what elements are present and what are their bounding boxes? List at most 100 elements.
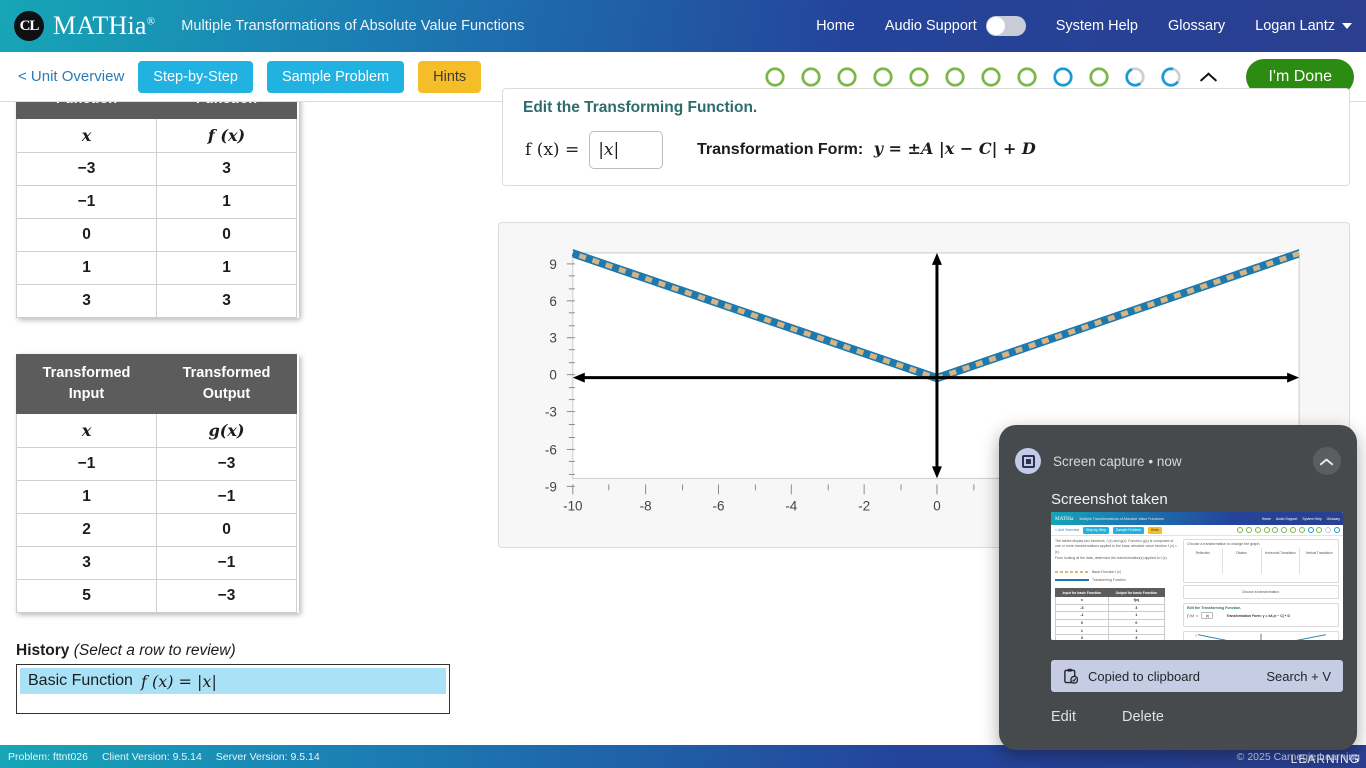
- cell-input[interactable]: −1: [16, 447, 157, 482]
- edit-screenshot-button[interactable]: Edit: [1051, 709, 1076, 725]
- step-by-step-button[interactable]: Step-by-Step: [138, 60, 253, 93]
- left-panel: Function Function x f (x) −3 3 −1 1 0: [0, 102, 470, 744]
- progress-dot[interactable]: [908, 66, 930, 88]
- transformation-form: Transformation Form: y = ±A |x − C| + D: [697, 139, 1036, 159]
- audio-support-toggle[interactable]: [985, 16, 1026, 36]
- transformed-table-var-x: x: [16, 413, 157, 449]
- thumb-td: 3: [1107, 603, 1166, 613]
- svg-text:9: 9: [1195, 636, 1197, 638]
- thumb-chip-sample: Sample Problem: [1112, 526, 1144, 534]
- table-row[interactable]: −1 −3: [16, 447, 297, 482]
- cell-input[interactable]: 3: [16, 284, 157, 319]
- history-row-equation: f (x) = |x|: [140, 671, 217, 691]
- cell-output[interactable]: 1: [156, 185, 297, 220]
- header-line-2: Input: [68, 386, 105, 403]
- table-header-row: Function Function: [16, 102, 297, 120]
- progress-dot[interactable]: [1016, 66, 1038, 88]
- cell-input[interactable]: 2: [16, 513, 157, 548]
- transformed-function-table-wrapper: Transformed Input Transformed Output x g(x…: [16, 353, 299, 614]
- table-row[interactable]: 2 0: [16, 513, 297, 548]
- edit-transforming-function-panel: Edit the Transforming Function. f (x) = …: [502, 88, 1350, 186]
- thumb-unit-overview: < Unit Overview: [1055, 528, 1080, 532]
- cell-output[interactable]: −1: [156, 480, 297, 515]
- cell-input[interactable]: −3: [16, 152, 157, 187]
- table-row[interactable]: 1 1: [16, 251, 297, 286]
- cell-input[interactable]: 3: [16, 546, 157, 581]
- notification-title: Screenshot taken: [1051, 491, 1168, 508]
- table-row[interactable]: −3 3: [16, 152, 297, 187]
- y-tick-label: 3: [549, 331, 556, 346]
- thumb-table: Input for basic Function Output for basic…: [1055, 588, 1166, 640]
- x-tick-label: -4: [785, 498, 797, 513]
- clipboard-bar[interactable]: Copied to clipboard Search + V: [1051, 660, 1343, 692]
- progress-dot[interactable]: [980, 66, 1002, 88]
- unit-overview-link[interactable]: < Unit Overview: [18, 68, 124, 85]
- screenshot-thumbnail[interactable]: MATHia Multiple Transformations of Absol…: [1051, 512, 1343, 640]
- progress-dot[interactable]: [1088, 66, 1110, 88]
- thumb-choice: Dilation: [1223, 548, 1262, 574]
- thumb-unit-title: Multiple Transformations of Absolute Val…: [1079, 516, 1164, 521]
- progress-dot-partial[interactable]: [1160, 66, 1182, 88]
- thumb-chip-step: Step-by-Step: [1083, 526, 1109, 534]
- cell-input[interactable]: 5: [16, 579, 157, 614]
- cell-input[interactable]: −1: [16, 185, 157, 220]
- thumb-legend-2: Transforming Function: [1092, 578, 1126, 582]
- screen-capture-notification[interactable]: Screen capture • now Screenshot taken MA…: [999, 425, 1357, 750]
- cell-input[interactable]: 1: [16, 480, 157, 515]
- history-row-selected[interactable]: Basic Function f (x) = |x|: [20, 668, 446, 694]
- nav-system-help[interactable]: System Help: [1056, 18, 1138, 34]
- thumb-header: MATHia Multiple Transformations of Absol…: [1051, 512, 1343, 525]
- chevron-up-icon[interactable]: [1200, 71, 1218, 82]
- delete-screenshot-button[interactable]: Delete: [1122, 709, 1164, 725]
- table-header-row: Transformed Input Transformed Output: [16, 353, 297, 415]
- function-input[interactable]: [589, 131, 664, 169]
- table-row[interactable]: 5 −3: [16, 579, 297, 614]
- history-list: Basic Function f (x) = |x|: [16, 664, 450, 714]
- basic-table-var-x: x: [16, 118, 157, 154]
- cell-output[interactable]: −1: [156, 546, 297, 581]
- table-row[interactable]: 3 3: [16, 284, 297, 319]
- progress-dot-partial[interactable]: [1124, 66, 1146, 88]
- progress-dot[interactable]: [836, 66, 858, 88]
- thumb-td: -1: [1055, 611, 1109, 620]
- x-tick-label: -8: [640, 498, 652, 513]
- table-row[interactable]: 0 0: [16, 218, 297, 253]
- nav-home[interactable]: Home: [816, 18, 855, 34]
- cell-input[interactable]: 0: [16, 218, 157, 253]
- cell-output[interactable]: 3: [156, 152, 297, 187]
- table-row[interactable]: 1 −1: [16, 480, 297, 515]
- collapse-notification-button[interactable]: [1313, 447, 1341, 475]
- cell-output[interactable]: −3: [156, 447, 297, 482]
- client-version: Client Version: 9.5.14: [101, 750, 202, 763]
- thumb-chip-hints: Hints: [1147, 526, 1162, 534]
- basic-table-header-output: Function: [156, 102, 297, 120]
- cell-output[interactable]: 3: [156, 284, 297, 319]
- cell-output[interactable]: 1: [156, 251, 297, 286]
- audio-support-label: Audio Support: [884, 18, 977, 34]
- nav-glossary[interactable]: Glossary: [1168, 18, 1225, 34]
- thumb-choice: Vertical Translation: [1305, 551, 1333, 555]
- cell-output[interactable]: −3: [156, 579, 297, 614]
- transformed-table-var-gx: g(x): [156, 413, 297, 449]
- audio-support-control[interactable]: Audio Support: [885, 16, 1026, 36]
- progress-dot[interactable]: [800, 66, 822, 88]
- cell-output[interactable]: 0: [156, 218, 297, 253]
- progress-dot-current[interactable]: [1052, 66, 1074, 88]
- thumb-edit-input: |x|: [1201, 612, 1214, 619]
- thumb-graph-card: 9 6: [1183, 631, 1339, 640]
- table-row[interactable]: −1 1: [16, 185, 297, 220]
- progress-dot[interactable]: [872, 66, 894, 88]
- progress-dot[interactable]: [944, 66, 966, 88]
- header-line-1: Transformed: [42, 365, 131, 381]
- progress-dot[interactable]: [764, 66, 786, 88]
- user-menu[interactable]: Logan Lantz: [1255, 18, 1352, 34]
- thumb-body: The tables display two functions, f (x) …: [1051, 536, 1343, 640]
- sample-problem-button[interactable]: Sample Problem: [266, 60, 405, 93]
- cell-input[interactable]: 1: [16, 251, 157, 286]
- screen-capture-icon: [1015, 448, 1041, 474]
- transformed-function-table: Transformed Input Transformed Output x g(x…: [16, 353, 297, 614]
- table-row[interactable]: 3 −1: [16, 546, 297, 581]
- hints-button[interactable]: Hints: [418, 60, 482, 93]
- cell-output[interactable]: 0: [156, 513, 297, 548]
- notification-time: now: [1156, 453, 1182, 469]
